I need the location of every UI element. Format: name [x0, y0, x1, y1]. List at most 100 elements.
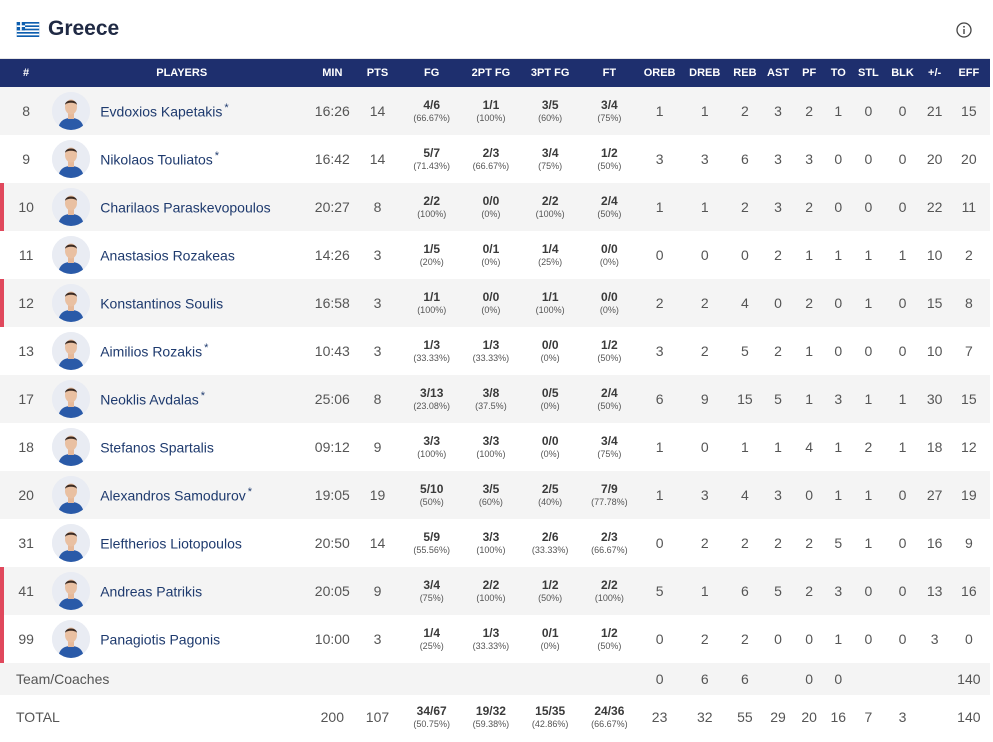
player-avatar[interactable]: [52, 572, 91, 610]
fg3: 1/2 (50%): [520, 567, 580, 615]
stat-blk: 0: [898, 295, 907, 311]
stat-pm: 16: [926, 535, 943, 551]
fg2-pct: (37.5%): [475, 400, 507, 411]
player-name-link[interactable]: Panagiotis Pagonis: [100, 630, 222, 648]
player-name-link[interactable]: Neoklis Avdalas *: [100, 390, 205, 408]
fg2: 2/3 (66.67%): [462, 135, 520, 183]
player-cell: Aimilios Rozakis *: [52, 327, 311, 375]
starter-marker: *: [200, 390, 206, 402]
player-name-link[interactable]: Evdoxios Kapetakis *: [100, 102, 228, 120]
column-header[interactable]: +/-: [922, 59, 948, 87]
fg2-made: 1/3: [482, 337, 500, 352]
player-name-link[interactable]: Anastasios Rozakeas: [100, 246, 237, 264]
ft: 0/0 (0%): [580, 231, 638, 279]
player-avatar[interactable]: [52, 380, 91, 418]
minutes: 16:42: [314, 151, 350, 167]
points: 3: [373, 295, 382, 311]
column-header[interactable]: REB: [729, 59, 761, 87]
player-name-link[interactable]: Alexandros Samodurov *: [100, 486, 252, 504]
fg3: 1/4 (25%): [520, 231, 580, 279]
info-icon[interactable]: [956, 22, 972, 38]
fg2: 0/1 (0%): [462, 231, 520, 279]
column-header[interactable]: DREB: [681, 59, 729, 87]
column-header[interactable]: PLAYERS: [52, 59, 311, 87]
column-header[interactable]: FG: [402, 59, 462, 87]
player-name-link[interactable]: Konstantinos Soulis: [100, 294, 225, 312]
player-avatar[interactable]: [52, 188, 91, 226]
player-avatar[interactable]: [52, 92, 91, 130]
stat-dreb: 1: [700, 583, 709, 599]
stat-dreb: 1: [700, 103, 709, 119]
player-avatar[interactable]: [52, 140, 91, 178]
total-fg: 34/67 (50.75%): [402, 695, 462, 739]
column-header[interactable]: PF: [795, 59, 823, 87]
column-header[interactable]: MIN: [311, 59, 353, 87]
fg2-pct: (60%): [478, 496, 503, 507]
player-avatar[interactable]: [52, 284, 91, 322]
player-avatar[interactable]: [52, 476, 91, 514]
total-fg2-pct: (59.38%): [472, 718, 510, 729]
player-name-link[interactable]: Charilaos Paraskevopoulos: [100, 198, 272, 216]
fg: 5/9 (55.56%): [402, 519, 462, 567]
player-name-link[interactable]: Stefanos Spartalis: [100, 438, 216, 456]
fg: 3/4 (75%): [402, 567, 462, 615]
player-name-link[interactable]: Eleftherios Liotopoulos: [100, 534, 244, 552]
player-cell: Anastasios Rozakeas: [52, 231, 311, 279]
player-avatar[interactable]: [52, 524, 91, 562]
stat-stl: 1: [864, 487, 873, 503]
jersey-number: 20: [18, 487, 34, 503]
column-header[interactable]: EFF: [948, 59, 990, 87]
jersey-number: 11: [18, 247, 34, 263]
player-name-link[interactable]: Aimilios Rozakis *: [100, 342, 208, 360]
column-header[interactable]: TO: [823, 59, 853, 87]
team-header: Greece: [0, 0, 990, 59]
coaches-stl: [853, 663, 883, 695]
stat-pf: 2: [805, 535, 814, 551]
stat-oreb: 2: [655, 295, 664, 311]
stat-pf: 0: [805, 631, 814, 647]
column-header[interactable]: 2PT FG: [462, 59, 520, 87]
fg2-pct: (100%): [476, 112, 506, 123]
player-avatar[interactable]: [52, 332, 91, 370]
fg: 5/10 (50%): [402, 471, 462, 519]
stat-pm: 10: [926, 247, 943, 263]
player-avatar[interactable]: [52, 236, 91, 274]
stat-pf: 2: [805, 583, 814, 599]
column-header[interactable]: PTS: [353, 59, 401, 87]
player-name-link[interactable]: Nikolaos Touliatos *: [100, 150, 219, 168]
column-header[interactable]: FT: [580, 59, 638, 87]
ft-made: 1/2: [601, 625, 618, 640]
fg3-pct: (50%): [538, 592, 563, 603]
player-avatar[interactable]: [52, 428, 91, 466]
fg2: 3/5 (60%): [462, 471, 520, 519]
ft-made: 0/0: [601, 241, 618, 256]
stat-dreb: 3: [700, 487, 709, 503]
player-row: 18 Stefanos Spartalis 09:12 9 3/3 (100%) 3/3 (1…: [0, 423, 990, 471]
total-ast: 29: [770, 709, 786, 725]
stat-blk: 0: [898, 535, 907, 551]
stat-oreb: 5: [655, 583, 664, 599]
column-header[interactable]: BLK: [883, 59, 921, 87]
stat-to: 0: [834, 343, 843, 359]
ft: 3/4 (75%): [580, 423, 638, 471]
stat-eff: 9: [964, 535, 973, 551]
column-header[interactable]: #: [0, 59, 52, 87]
minutes: 20:27: [314, 199, 350, 215]
column-header[interactable]: 3PT FG: [520, 59, 580, 87]
stat-to: 0: [834, 151, 843, 167]
player-avatar[interactable]: [52, 620, 91, 658]
fg-pct: (55.56%): [413, 544, 450, 555]
ft: 1/2 (50%): [580, 327, 638, 375]
column-header[interactable]: STL: [853, 59, 883, 87]
column-header[interactable]: OREB: [639, 59, 681, 87]
jersey-number: 18: [18, 439, 34, 455]
player-name-link[interactable]: Andreas Patrikis: [100, 582, 204, 600]
stat-oreb: 3: [655, 151, 664, 167]
stat-reb: 2: [741, 199, 749, 215]
fg2: 3/3 (100%): [462, 423, 520, 471]
fg-pct: (33.33%): [413, 352, 450, 363]
stat-eff: 11: [961, 199, 977, 215]
column-header[interactable]: AST: [761, 59, 795, 87]
player-cell: Andreas Patrikis: [52, 567, 311, 615]
fg2-pct: (33.33%): [472, 640, 510, 651]
